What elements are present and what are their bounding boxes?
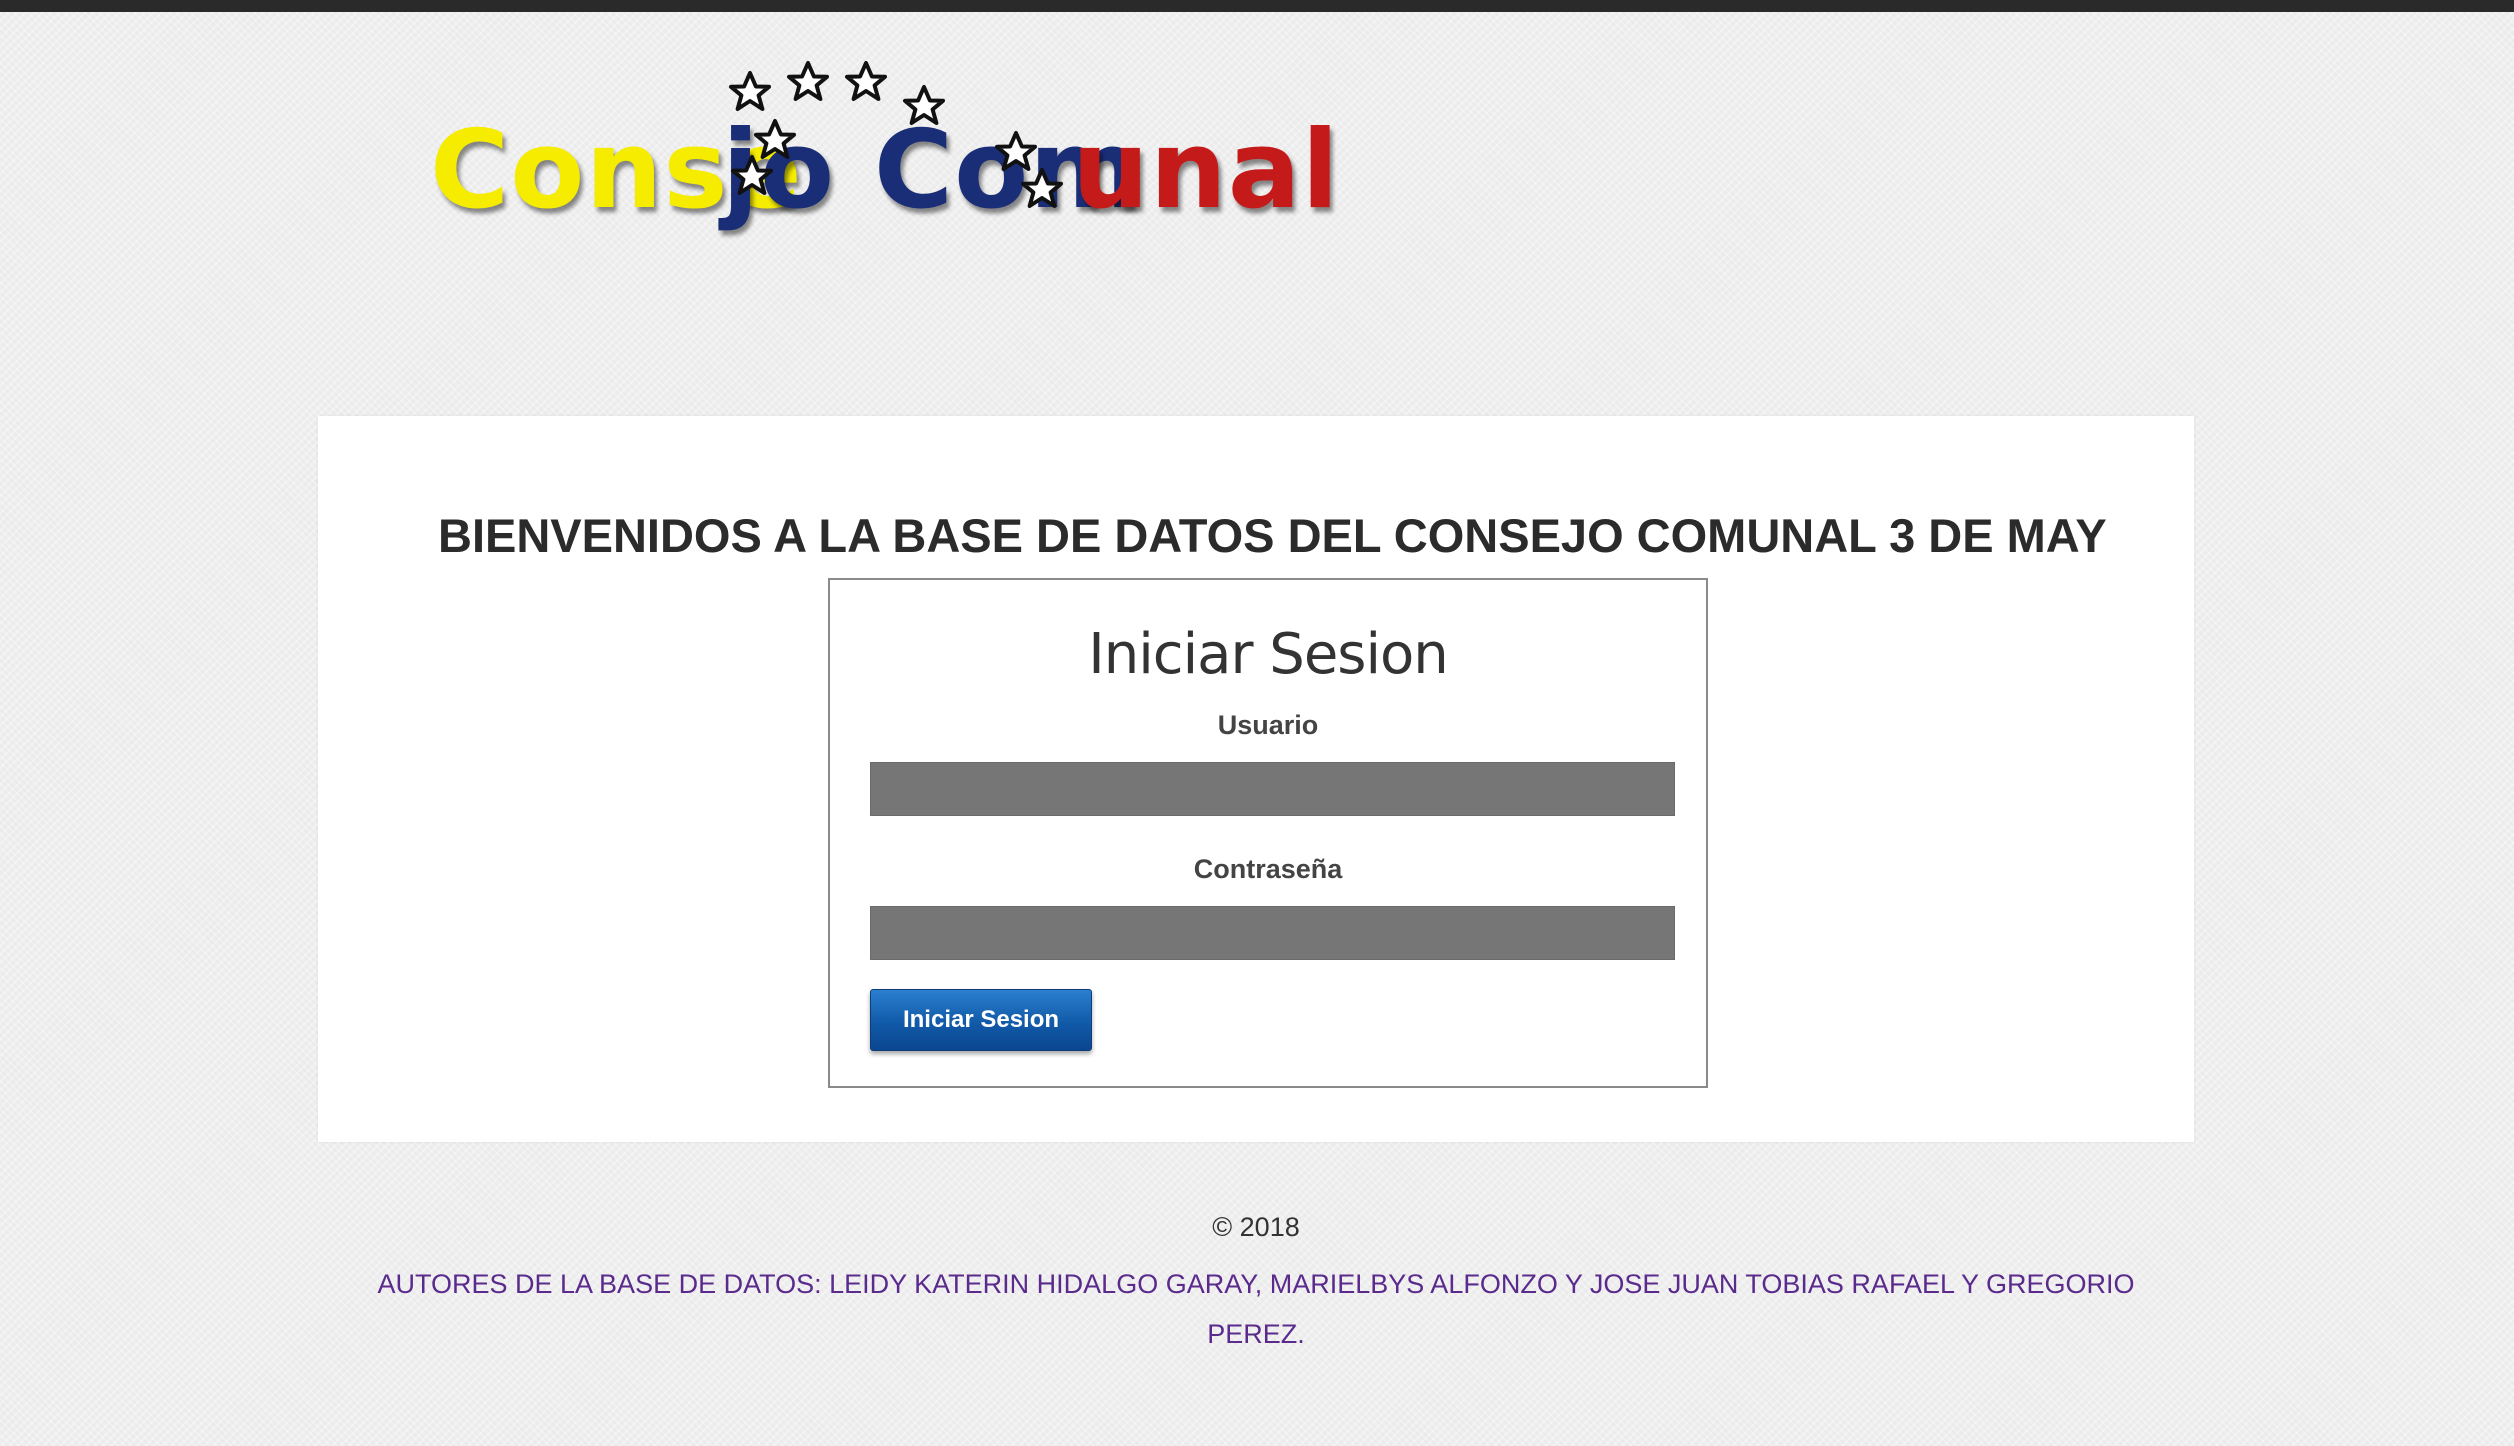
login-form: Iniciar Sesion Usuario Contraseña Inicia… — [828, 578, 1708, 1088]
welcome-heading: BIENVENIDOS A LA BASE DE DATOS DEL CONSE… — [438, 509, 2107, 562]
password-label: Contraseña — [1193, 854, 1343, 884]
star-icon — [903, 85, 945, 125]
footer: © 2018 AUTORES DE LA BASE DE DATOS: LEID… — [318, 1200, 2194, 1359]
star-icon — [754, 119, 796, 159]
star-icon — [729, 71, 771, 111]
password-input[interactable] — [870, 906, 1675, 960]
copyright-text: © 2018 — [1212, 1212, 1300, 1242]
main-panel: BIENVENIDOS A LA BASE DE DATOS DEL CONSE… — [318, 416, 2194, 1142]
login-title: Iniciar Sesion — [1088, 622, 1449, 687]
consejo-comunal-logo: Conse jo Com unal — [430, 55, 1339, 255]
username-input[interactable] — [870, 762, 1675, 816]
star-icon — [787, 61, 829, 101]
star-icon — [995, 131, 1037, 171]
top-bar — [0, 0, 2514, 12]
star-icon — [845, 61, 887, 101]
username-label: Usuario — [1217, 710, 1319, 740]
login-button[interactable]: Iniciar Sesion — [870, 989, 1092, 1051]
star-icon — [1021, 168, 1063, 208]
logo-stars — [729, 61, 1063, 208]
star-icon — [731, 155, 773, 195]
authors-text: AUTORES DE LA BASE DE DATOS: LEIDY KATER… — [377, 1269, 2135, 1349]
